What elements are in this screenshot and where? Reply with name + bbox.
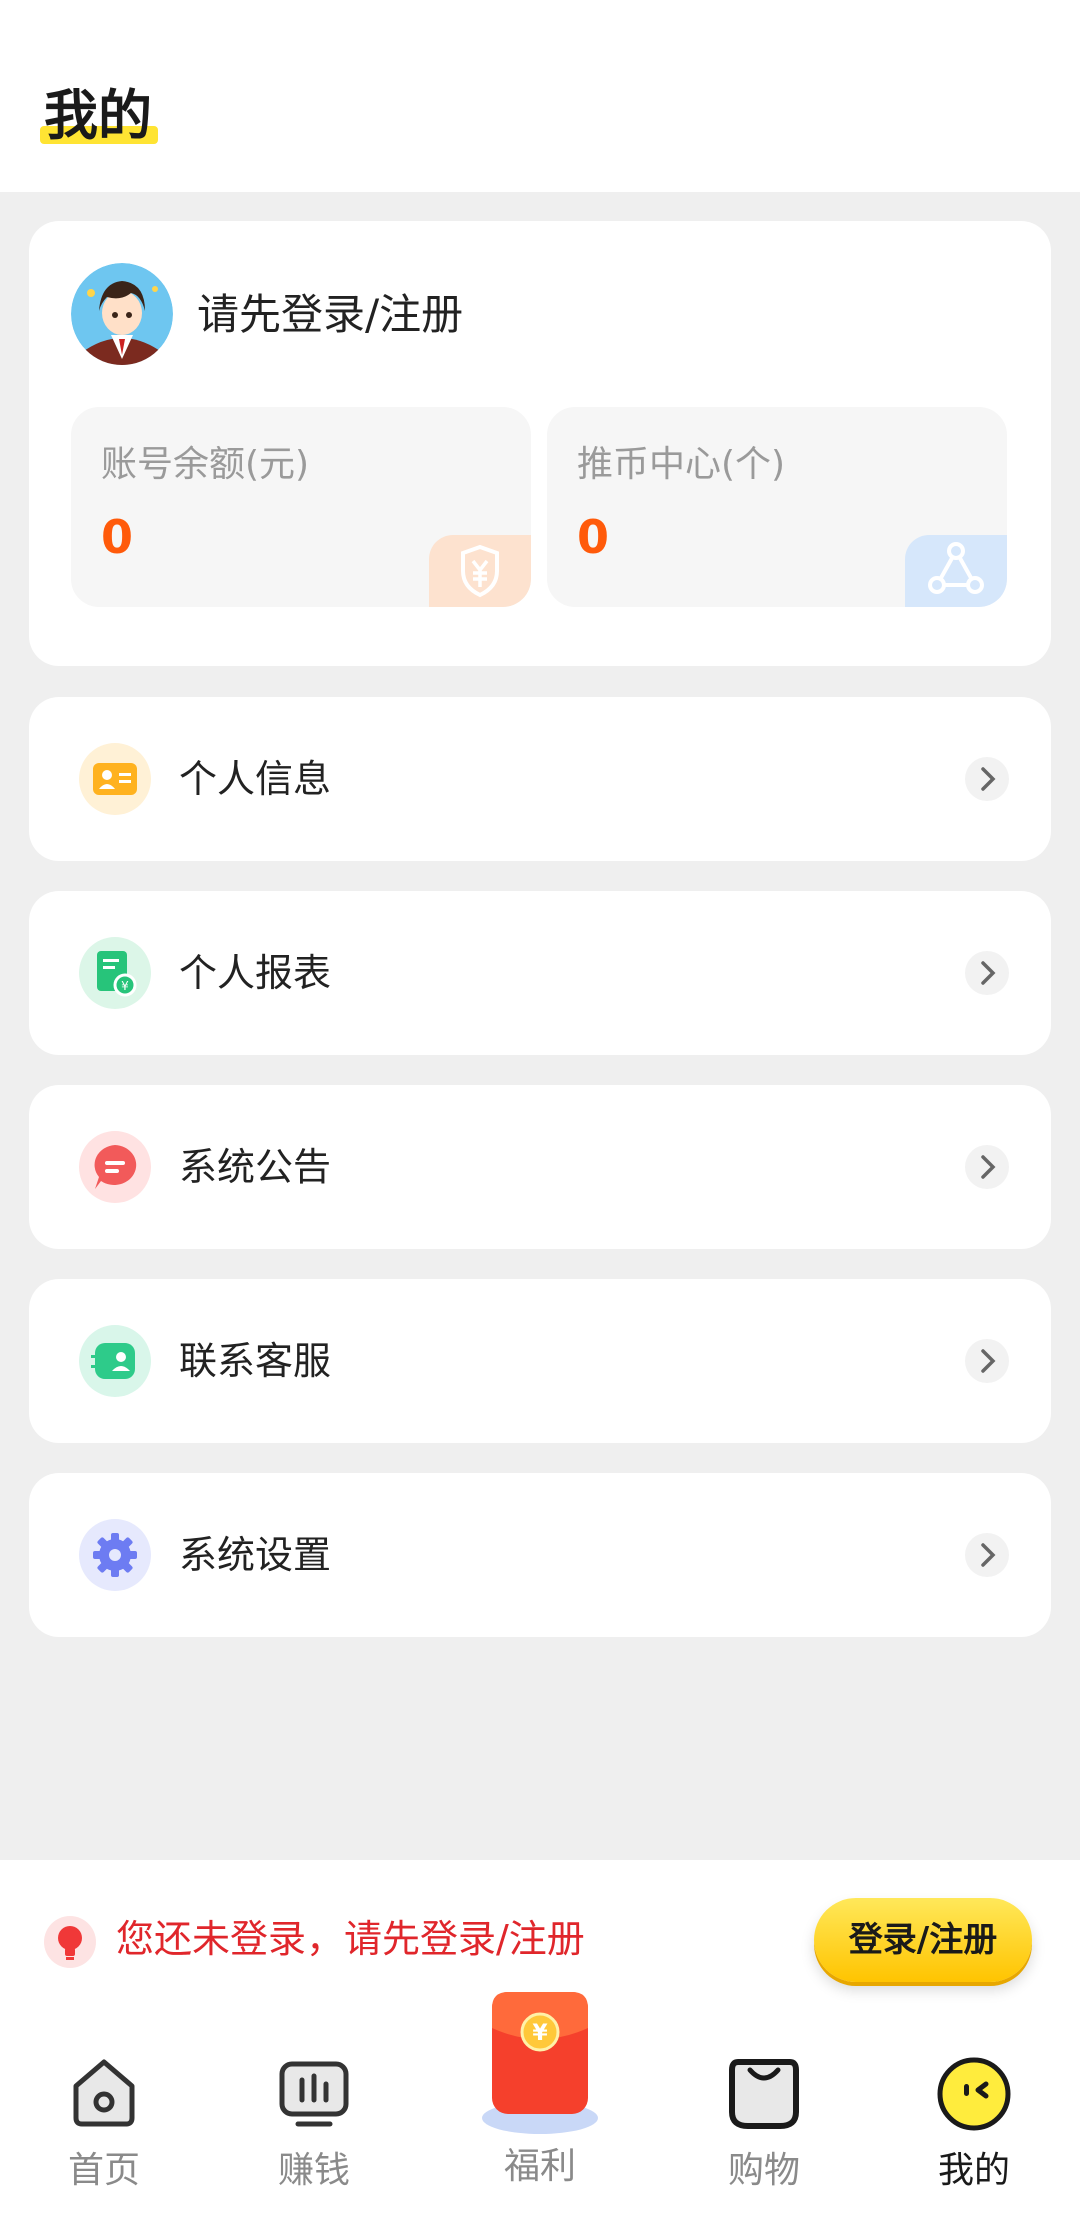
menu-item-label: 联系客服 [179, 1339, 332, 1383]
bottom-tab-bar: 首页 赚钱 ¥ 福利 购物 我的 [0, 1992, 1080, 2240]
login-prompt[interactable]: 请先登录/注册 [197, 287, 463, 343]
chevron-right-icon [965, 951, 1009, 995]
chevron-right-icon [965, 1339, 1009, 1383]
menu-item-label: 个人报表 [179, 951, 332, 995]
coins-stat[interactable]: 推币中心(个) 0 [547, 407, 1007, 607]
profile-face-icon [937, 2057, 1011, 2131]
tab-label: 赚钱 [277, 2150, 350, 2191]
announcement-icon [79, 1131, 151, 1203]
page-title: 我的 [44, 84, 152, 147]
menu-item-personal-report[interactable]: ¥ 个人报表 [29, 891, 1051, 1055]
balance-value: 0 [101, 510, 134, 564]
coins-label: 推币中心(个) [577, 444, 786, 485]
tab-shopping[interactable]: 购物 [689, 2040, 839, 2210]
id-card-icon [79, 743, 151, 815]
menu-item-customer-service[interactable]: 联系客服 [29, 1279, 1051, 1443]
yuan-shield-icon [429, 535, 531, 607]
tab-mine[interactable]: 我的 [899, 2040, 1049, 2210]
page-header: 我的 [0, 0, 1080, 192]
tab-label: 购物 [727, 2150, 800, 2191]
lightbulb-icon [44, 1916, 96, 1968]
report-icon: ¥ [79, 937, 151, 1009]
menu-item-system-settings[interactable]: 系统设置 [29, 1473, 1051, 1637]
tab-label: 首页 [67, 2150, 140, 2191]
shopping-bag-icon [729, 2059, 799, 2129]
menu-item-label: 个人信息 [179, 757, 332, 801]
home-icon [73, 2059, 135, 2127]
svg-text:¥: ¥ [532, 2021, 548, 2046]
chevron-right-icon [965, 1145, 1009, 1189]
menu-item-personal-info[interactable]: 个人信息 [29, 697, 1051, 861]
login-notice-text: 您还未登录，请先登录/注册 [116, 1917, 585, 1961]
avatar[interactable] [71, 263, 173, 365]
balance-stat[interactable]: 账号余额(元) 0 [71, 407, 531, 607]
chevron-right-icon [965, 1533, 1009, 1577]
tab-earn[interactable]: 赚钱 [239, 2040, 389, 2210]
menu-item-label: 系统公告 [179, 1145, 332, 1189]
settings-gear-icon [79, 1519, 151, 1591]
share-nodes-icon [905, 535, 1007, 607]
balance-label: 账号余额(元) [101, 444, 310, 485]
tab-label: 我的 [937, 2150, 1010, 2191]
tab-home[interactable]: 首页 [29, 2040, 179, 2210]
login-register-button[interactable]: 登录/注册 [814, 1898, 1032, 1982]
chart-monitor-icon [279, 2061, 349, 2127]
svg-text:¥: ¥ [121, 979, 129, 993]
red-envelope-icon: ¥ [482, 1992, 598, 2134]
profile-card: 请先登录/注册 账号余额(元) 0 推币中心(个) 0 [29, 221, 1051, 666]
coins-value: 0 [577, 510, 610, 564]
menu-item-label: 系统设置 [179, 1533, 332, 1577]
customer-service-icon [79, 1325, 151, 1397]
tab-welfare[interactable]: ¥ 福利 [465, 1992, 615, 2210]
menu-item-system-announcement[interactable]: 系统公告 [29, 1085, 1051, 1249]
chevron-right-icon [965, 757, 1009, 801]
tab-label: 福利 [503, 2146, 576, 2187]
